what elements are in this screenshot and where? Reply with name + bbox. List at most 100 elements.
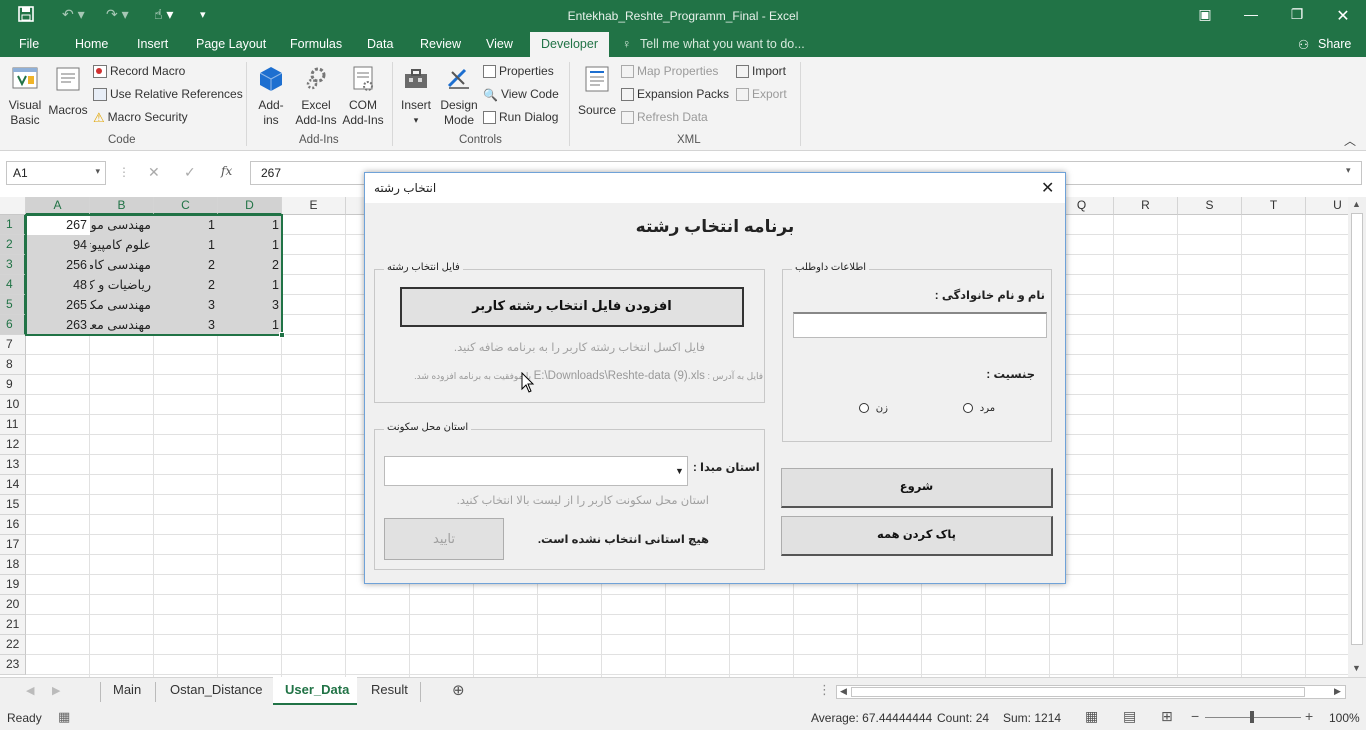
- tab-file[interactable]: File: [19, 37, 39, 51]
- tab-page-layout[interactable]: Page Layout: [196, 37, 266, 51]
- cell-a3[interactable]: 256: [26, 255, 90, 275]
- cancel-icon[interactable]: ✕: [148, 164, 160, 181]
- import-button[interactable]: Import: [736, 64, 786, 79]
- chevron-down-icon[interactable]: ▼: [671, 461, 688, 481]
- minimize-icon[interactable]: —: [1236, 6, 1266, 22]
- scroll-right-icon[interactable]: ▶: [1334, 686, 1341, 697]
- record-macro-button[interactable]: Record Macro: [93, 64, 185, 79]
- column-header-a[interactable]: A: [26, 197, 90, 215]
- design-mode-button[interactable]: Design Mode: [438, 64, 480, 128]
- cell-c1[interactable]: 1: [154, 215, 218, 235]
- properties-button[interactable]: Properties: [483, 64, 554, 79]
- cell-b5[interactable]: مهندسی مکا: [90, 295, 154, 315]
- row-header[interactable]: 20: [0, 595, 26, 615]
- cell-d3[interactable]: 2: [218, 255, 282, 275]
- tab-home[interactable]: Home: [75, 37, 108, 51]
- close-window-icon[interactable]: ✕: [1328, 6, 1358, 26]
- macros-button[interactable]: Macros: [47, 64, 89, 118]
- tab-formulas[interactable]: Formulas: [290, 37, 342, 51]
- view-code-button[interactable]: 🔍 View Code: [483, 87, 559, 102]
- sheet-tab-result[interactable]: Result: [371, 682, 408, 697]
- expansion-packs-button[interactable]: Expansion Packs: [621, 87, 729, 102]
- share-icon[interactable]: ⚇: [1298, 37, 1309, 52]
- column-header-b[interactable]: B: [90, 197, 154, 215]
- zoom-out-icon[interactable]: −: [1191, 708, 1199, 724]
- select-all-corner[interactable]: [0, 197, 26, 215]
- row-header[interactable]: 13: [0, 455, 26, 475]
- cell-c6[interactable]: 3: [154, 315, 218, 335]
- enter-icon[interactable]: ✓: [184, 164, 196, 181]
- female-radio[interactable]: زن: [859, 403, 888, 414]
- column-header-u[interactable]: U: [1306, 197, 1348, 215]
- start-button[interactable]: شروع: [781, 468, 1053, 508]
- column-header-r[interactable]: R: [1114, 197, 1178, 215]
- cell-d2[interactable]: 1: [218, 235, 282, 255]
- row-header[interactable]: 12: [0, 435, 26, 455]
- tab-insert[interactable]: Insert: [137, 37, 168, 51]
- row-header[interactable]: 17: [0, 535, 26, 555]
- row-header[interactable]: 2: [0, 235, 26, 255]
- row-header[interactable]: 21: [0, 615, 26, 635]
- clear-all-button[interactable]: پاک کردن همه: [781, 516, 1053, 556]
- vertical-scroll-thumb[interactable]: [1351, 213, 1363, 645]
- row-header[interactable]: 23: [0, 655, 26, 675]
- tab-splitter-icon[interactable]: ⋮: [818, 682, 831, 698]
- page-break-view-icon[interactable]: ⊞: [1161, 708, 1173, 725]
- row-header[interactable]: 7: [0, 335, 26, 355]
- insert-function-icon[interactable]: fx: [221, 164, 232, 178]
- row-header[interactable]: 16: [0, 515, 26, 535]
- scroll-up-icon[interactable]: ▲: [1352, 199, 1361, 209]
- zoom-slider-thumb[interactable]: [1250, 711, 1254, 723]
- column-header-e[interactable]: E: [282, 197, 346, 215]
- confirm-button[interactable]: تایید: [384, 518, 504, 560]
- row-header[interactable]: 5: [0, 295, 26, 315]
- sheet-next-icon[interactable]: ▶: [52, 684, 60, 697]
- add-file-button[interactable]: افزودن فایل انتخاب رشته کاربر: [400, 287, 744, 327]
- scroll-left-icon[interactable]: ◀: [840, 686, 847, 697]
- restore-icon[interactable]: ❐: [1282, 6, 1312, 23]
- row-header[interactable]: 22: [0, 635, 26, 655]
- cell-b4[interactable]: ریاضیات و ک: [90, 275, 154, 295]
- column-header-d[interactable]: D: [218, 197, 282, 215]
- row-header[interactable]: 4: [0, 275, 26, 295]
- row-header[interactable]: 8: [0, 355, 26, 375]
- normal-view-icon[interactable]: ▦: [1085, 708, 1098, 725]
- horizontal-scroll-thumb[interactable]: [851, 687, 1305, 697]
- cell-a1[interactable]: 267: [26, 215, 90, 235]
- cell-c4[interactable]: 2: [154, 275, 218, 295]
- row-header[interactable]: 14: [0, 475, 26, 495]
- source-button[interactable]: Source: [576, 64, 618, 118]
- row-header[interactable]: 11: [0, 415, 26, 435]
- run-dialog-button[interactable]: Run Dialog: [483, 110, 558, 125]
- insert-control-button[interactable]: Insert ▾: [398, 64, 434, 128]
- male-radio[interactable]: مرد: [963, 403, 995, 414]
- tab-data[interactable]: Data: [367, 37, 393, 51]
- row-header[interactable]: 9: [0, 375, 26, 395]
- cell-a2[interactable]: 94: [26, 235, 90, 255]
- row-header[interactable]: 1: [0, 215, 26, 235]
- macro-security-button[interactable]: ⚠ Macro Security: [93, 110, 188, 126]
- collapse-ribbon-icon[interactable]: ︿: [1344, 132, 1356, 149]
- cell-c3[interactable]: 2: [154, 255, 218, 275]
- name-box[interactable]: A1 ▾: [6, 161, 106, 185]
- zoom-in-icon[interactable]: +: [1305, 708, 1313, 724]
- share-button[interactable]: Share: [1318, 37, 1351, 51]
- tab-view[interactable]: View: [486, 37, 513, 51]
- vertical-scrollbar[interactable]: ▲ ▼: [1348, 197, 1366, 677]
- visual-basic-button[interactable]: Visual Basic: [6, 64, 44, 128]
- tell-me-search[interactable]: Tell me what you want to do...: [640, 37, 805, 51]
- cell-b6[interactable]: مهندسی معد: [90, 315, 154, 335]
- row-header[interactable]: 19: [0, 575, 26, 595]
- tab-developer[interactable]: Developer: [530, 32, 609, 57]
- sheet-tab-main[interactable]: Main: [113, 682, 141, 697]
- row-header[interactable]: 15: [0, 495, 26, 515]
- cell-b1[interactable]: مهندسی مواد: [90, 215, 154, 235]
- horizontal-scrollbar[interactable]: ◀ ▶: [836, 685, 1346, 699]
- tab-review[interactable]: Review: [420, 37, 461, 51]
- zoom-level[interactable]: 100%: [1329, 711, 1360, 725]
- sheet-prev-icon[interactable]: ◀: [26, 684, 34, 697]
- macro-recording-icon[interactable]: ▦: [58, 709, 70, 725]
- relative-references-button[interactable]: Use Relative References: [93, 87, 243, 102]
- excel-addins-button[interactable]: Excel Add-Ins: [294, 64, 338, 128]
- cell-b2[interactable]: علوم کامپیوتر: [90, 235, 154, 255]
